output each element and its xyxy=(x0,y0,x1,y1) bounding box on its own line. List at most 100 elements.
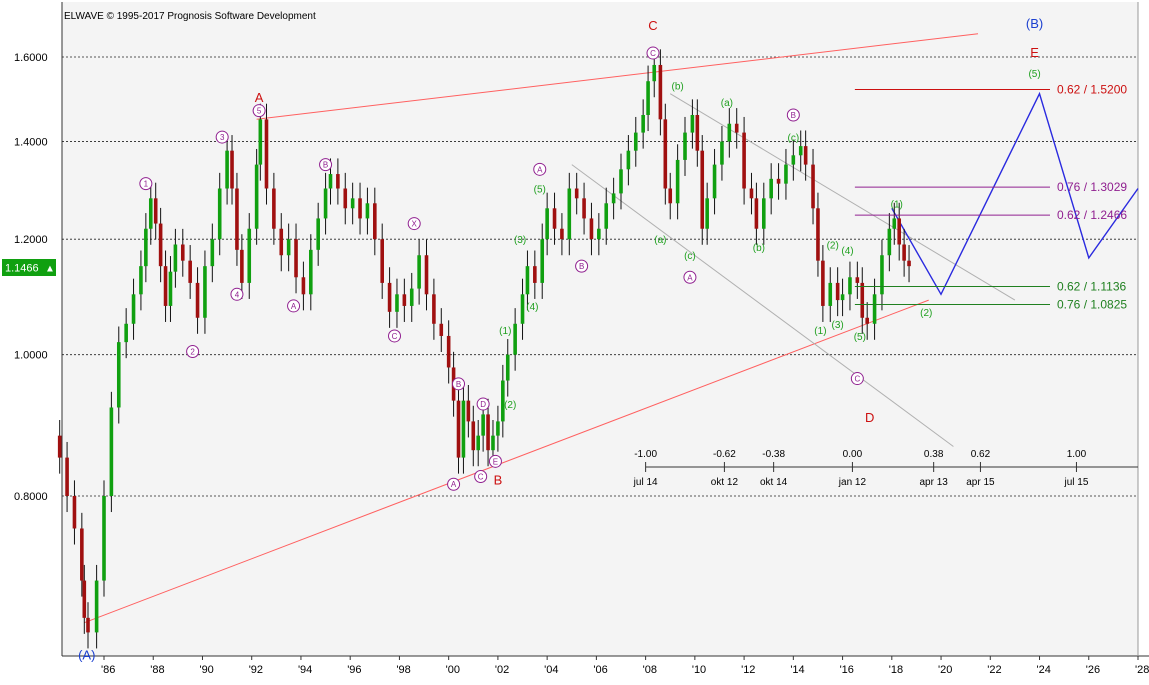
candle-body xyxy=(210,239,215,267)
wave-label: (3) xyxy=(832,320,844,331)
wave-label: A xyxy=(291,302,297,311)
x-tick-label: '00 xyxy=(446,664,460,676)
x-tick-label: '86 xyxy=(101,664,115,676)
candle-body xyxy=(173,244,178,272)
plot-area xyxy=(62,2,1138,656)
candle-body xyxy=(258,119,263,165)
candle-body xyxy=(163,266,168,306)
x-tick-label: '02 xyxy=(495,664,509,676)
x-tick-label: '96 xyxy=(347,664,361,676)
candle-body xyxy=(380,239,384,283)
candle-body xyxy=(840,294,845,301)
wave-label: (4) xyxy=(526,302,538,313)
wave-label: (1) xyxy=(814,326,826,337)
wave-label: (5) xyxy=(1028,69,1040,80)
wave-label: (b) xyxy=(672,81,684,92)
wave-label: (2) xyxy=(827,241,839,252)
candle-body xyxy=(892,218,897,229)
candle-body xyxy=(102,496,106,581)
candle-body xyxy=(848,277,852,295)
candle-body xyxy=(148,198,153,229)
candle-body xyxy=(690,114,695,133)
candle-body xyxy=(545,208,549,240)
candle-body xyxy=(668,188,673,204)
wave-label: (2) xyxy=(920,308,932,319)
x-tick-label: '08 xyxy=(643,664,657,676)
fib-label: 0.76 / 1.3029 xyxy=(1057,180,1127,194)
ruler-date: apr 15 xyxy=(966,477,995,488)
candle-body xyxy=(663,119,668,189)
candle-body xyxy=(350,198,355,209)
fib-label: 0.62 / 1.2466 xyxy=(1057,208,1127,222)
wave-label: D xyxy=(480,400,486,409)
candle-body xyxy=(897,218,901,245)
x-tick-label: '98 xyxy=(396,664,410,676)
candle-body xyxy=(294,239,298,278)
candle-body xyxy=(124,323,128,343)
candle-body xyxy=(387,282,392,312)
wave-label: B xyxy=(579,262,584,271)
candle-body xyxy=(309,249,313,295)
ruler-date: okt 14 xyxy=(760,477,788,488)
copyright-text: ELWAVE © 1995-2017 Prognosis Software De… xyxy=(64,11,316,22)
current-price-badge: 1.1466 ▲ xyxy=(2,259,56,276)
x-tick-label: '18 xyxy=(889,664,903,676)
candle-body xyxy=(328,174,333,189)
wave-label: (c) xyxy=(684,251,696,262)
wave-label: E xyxy=(493,457,498,466)
wave-label: (5) xyxy=(854,332,866,343)
candle-body xyxy=(195,282,200,318)
candle-body xyxy=(240,249,244,283)
candle-body xyxy=(235,188,239,250)
x-tick-label: '28 xyxy=(1135,664,1149,676)
wave-label: (5) xyxy=(534,185,546,196)
ruler-date: jul 15 xyxy=(1063,477,1088,488)
candle-body xyxy=(456,400,461,458)
candle-body xyxy=(761,198,766,229)
x-tick-label: '94 xyxy=(298,664,312,676)
candle-body xyxy=(816,208,820,261)
x-tick-label: '10 xyxy=(692,664,706,676)
candle-body xyxy=(188,260,192,283)
candle-body xyxy=(835,282,840,301)
candle-body xyxy=(811,164,815,209)
x-tick-label: '24 xyxy=(1037,664,1051,676)
candle-body xyxy=(365,203,370,219)
candle-body xyxy=(742,132,746,189)
candle-body xyxy=(86,617,90,633)
candle-body xyxy=(776,178,781,184)
candle-body xyxy=(560,228,564,240)
wave-label: (b) xyxy=(753,243,765,254)
ruler-date: apr 13 xyxy=(919,477,948,488)
candle-body xyxy=(409,288,414,306)
candle-body xyxy=(658,64,663,120)
candle-body xyxy=(203,266,207,318)
candle-body xyxy=(712,164,717,199)
candle-body xyxy=(860,282,865,318)
candle-body xyxy=(272,188,276,229)
candle-body xyxy=(72,496,77,529)
x-tick-label: '22 xyxy=(987,664,1001,676)
candle-body xyxy=(286,239,291,256)
candle-body xyxy=(574,188,579,199)
candle-body xyxy=(373,203,377,240)
candle-body xyxy=(705,198,709,229)
candle-body xyxy=(466,400,471,422)
candle-body xyxy=(158,223,163,267)
wave-label: 3 xyxy=(220,133,225,142)
candle-body xyxy=(513,323,517,355)
wave-label: (A) xyxy=(78,647,95,662)
candle-body xyxy=(828,282,833,306)
wave-label: 4 xyxy=(235,290,240,299)
candle-body xyxy=(652,64,657,82)
candle-body xyxy=(720,141,724,165)
candle-body xyxy=(343,188,348,209)
candle-body xyxy=(641,114,645,133)
candle-body xyxy=(619,169,623,194)
wave-label: A xyxy=(687,273,693,282)
candle-body xyxy=(552,208,557,229)
ruler-ratio: -0.62 xyxy=(713,449,736,460)
price-chart[interactable]: 1.6000 1.4000 1.2000 1.0000 0.8000 '86 '88 '90… xyxy=(0,0,1149,680)
wave-label: (a) xyxy=(721,98,733,109)
x-tick-label: '06 xyxy=(593,664,607,676)
